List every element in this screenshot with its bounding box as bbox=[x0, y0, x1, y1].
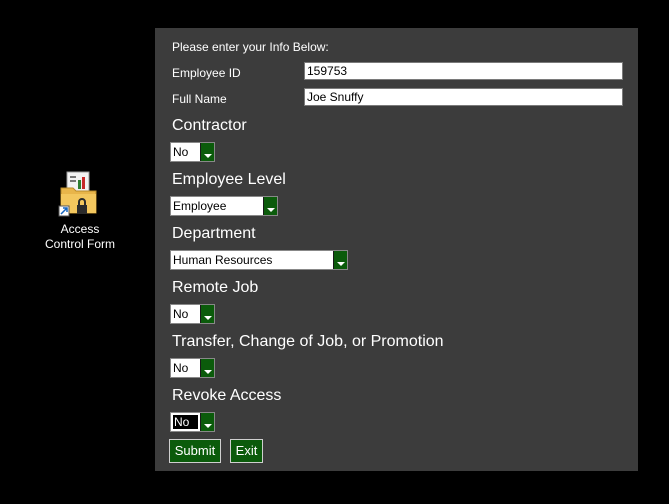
desktop-icon-label: Access Control Form bbox=[44, 222, 115, 251]
full-name-label: Full Name bbox=[172, 92, 227, 106]
chevron-down-icon[interactable] bbox=[200, 413, 214, 431]
chevron-down-icon[interactable] bbox=[333, 251, 347, 269]
chevron-down-icon[interactable] bbox=[263, 197, 277, 215]
employee-level-dropdown[interactable]: Employee bbox=[170, 196, 278, 216]
chevron-down-icon[interactable] bbox=[200, 143, 214, 161]
chevron-down-icon[interactable] bbox=[200, 305, 214, 323]
employee-id-label: Employee ID bbox=[172, 66, 241, 80]
revoke-access-dropdown[interactable]: No bbox=[170, 412, 215, 432]
employee-level-label: Employee Level bbox=[172, 171, 286, 188]
desktop-shortcut-access-control-form[interactable]: Access Control Form bbox=[40, 170, 120, 252]
access-form-icon bbox=[57, 170, 103, 222]
employee-level-value: Employee bbox=[173, 199, 227, 213]
department-value: Human Resources bbox=[173, 253, 273, 267]
employee-id-field[interactable]: 159753 bbox=[304, 62, 623, 80]
transfer-dropdown[interactable]: No bbox=[170, 358, 215, 378]
access-control-form-panel: Please enter your Info Below: Employee I… bbox=[155, 28, 638, 471]
transfer-label: Transfer, Change of Job, or Promotion bbox=[172, 333, 444, 350]
exit-button[interactable]: Exit bbox=[230, 439, 263, 463]
contractor-value: No bbox=[173, 145, 189, 159]
remote-job-value: No bbox=[173, 307, 189, 321]
chevron-down-icon[interactable] bbox=[200, 359, 214, 377]
department-dropdown[interactable]: Human Resources bbox=[170, 250, 348, 270]
form-heading: Please enter your Info Below: bbox=[172, 40, 329, 54]
department-label: Department bbox=[172, 225, 256, 242]
contractor-dropdown[interactable]: No bbox=[170, 142, 215, 162]
transfer-value: No bbox=[173, 361, 189, 375]
remote-job-dropdown[interactable]: No bbox=[170, 304, 215, 324]
submit-button[interactable]: Submit bbox=[169, 439, 221, 463]
remote-job-label: Remote Job bbox=[172, 279, 259, 296]
revoke-access-label: Revoke Access bbox=[172, 387, 282, 404]
contractor-label: Contractor bbox=[172, 117, 247, 134]
full-name-field[interactable]: Joe Snuffy bbox=[304, 88, 623, 106]
revoke-access-value: No bbox=[172, 414, 199, 430]
